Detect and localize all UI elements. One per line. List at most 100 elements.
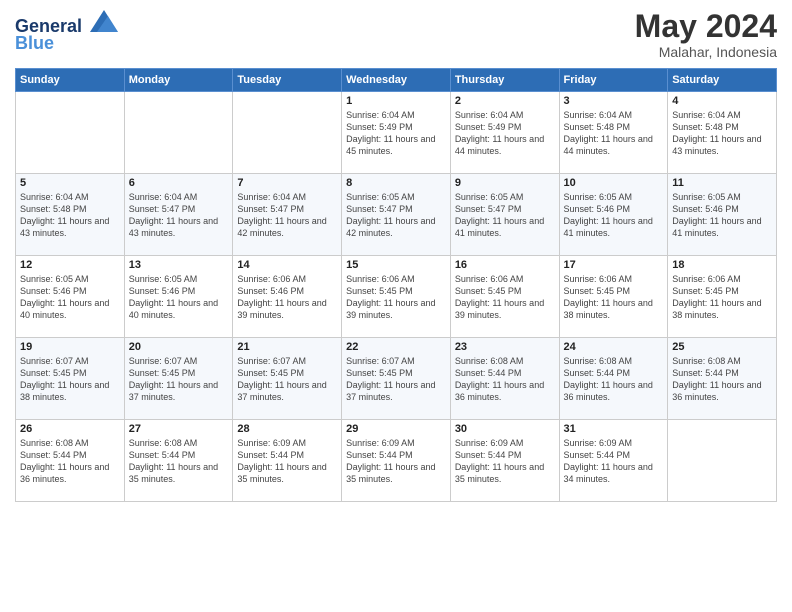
day-number: 28 (237, 423, 337, 435)
day-number: 8 (346, 177, 446, 189)
day-info: Sunrise: 6:06 AMSunset: 5:45 PMDaylight:… (564, 273, 664, 322)
day-cell: 25Sunrise: 6:08 AMSunset: 5:44 PMDayligh… (668, 338, 777, 420)
weekday-monday: Monday (124, 69, 233, 92)
day-cell: 19Sunrise: 6:07 AMSunset: 5:45 PMDayligh… (16, 338, 125, 420)
day-info: Sunrise: 6:08 AMSunset: 5:44 PMDaylight:… (20, 437, 120, 486)
day-number: 18 (672, 259, 772, 271)
page: General Blue May 2024 Malahar, Indonesia… (0, 0, 792, 612)
day-info: Sunrise: 6:04 AMSunset: 5:49 PMDaylight:… (455, 109, 555, 158)
day-info: Sunrise: 6:07 AMSunset: 5:45 PMDaylight:… (237, 355, 337, 404)
title-area: May 2024 Malahar, Indonesia (635, 10, 777, 60)
weekday-sunday: Sunday (16, 69, 125, 92)
day-cell: 29Sunrise: 6:09 AMSunset: 5:44 PMDayligh… (342, 420, 451, 502)
day-info: Sunrise: 6:05 AMSunset: 5:46 PMDaylight:… (20, 273, 120, 322)
day-info: Sunrise: 6:04 AMSunset: 5:48 PMDaylight:… (672, 109, 772, 158)
calendar-table: SundayMondayTuesdayWednesdayThursdayFrid… (15, 68, 777, 502)
day-number: 11 (672, 177, 772, 189)
day-number: 21 (237, 341, 337, 353)
day-number: 3 (564, 95, 664, 107)
day-number: 12 (20, 259, 120, 271)
day-cell: 2 Sunrise: 6:04 AMSunset: 5:49 PMDaylight… (450, 92, 559, 174)
day-info: Sunrise: 6:08 AMSunset: 5:44 PMDaylight:… (672, 355, 772, 404)
weekday-header-row: SundayMondayTuesdayWednesdayThursdayFrid… (16, 69, 777, 92)
day-info: Sunrise: 6:04 AMSunset: 5:47 PMDaylight:… (237, 191, 337, 240)
day-info: Sunrise: 6:05 AMSunset: 5:46 PMDaylight:… (672, 191, 772, 240)
header: General Blue May 2024 Malahar, Indonesia (15, 10, 777, 60)
day-cell: 16 Sunrise: 6:06 AMSunset: 5:45 PMDayligh… (450, 256, 559, 338)
day-info: Sunrise: 6:06 AMSunset: 5:45 PMDaylight:… (346, 273, 446, 322)
day-cell: 5 Sunrise: 6:04 AMSunset: 5:48 PMDaylight… (16, 174, 125, 256)
day-info: Sunrise: 6:09 AMSunset: 5:44 PMDaylight:… (564, 437, 664, 486)
day-cell: 11 Sunrise: 6:05 AMSunset: 5:46 PMDayligh… (668, 174, 777, 256)
day-number: 20 (129, 341, 229, 353)
day-cell: 22 Sunrise: 6:07 AMSunset: 5:45 PMDayligh… (342, 338, 451, 420)
day-cell (124, 92, 233, 174)
day-number: 16 (455, 259, 555, 271)
day-info: Sunrise: 6:09 AMSunset: 5:44 PMDaylight:… (455, 437, 555, 486)
day-cell: 23 Sunrise: 6:08 AMSunset: 5:44 PMDayligh… (450, 338, 559, 420)
day-info: Sunrise: 6:04 AMSunset: 5:48 PMDaylight:… (564, 109, 664, 158)
week-row-3: 12 Sunrise: 6:05 AMSunset: 5:46 PMDayligh… (16, 256, 777, 338)
logo: General Blue (15, 10, 118, 54)
day-cell (233, 92, 342, 174)
day-number: 6 (129, 177, 229, 189)
week-row-5: 26 Sunrise: 6:08 AMSunset: 5:44 PMDayligh… (16, 420, 777, 502)
day-cell: 9Sunrise: 6:05 AMSunset: 5:47 PMDaylight… (450, 174, 559, 256)
day-number: 31 (564, 423, 664, 435)
day-cell: 13 Sunrise: 6:05 AMSunset: 5:46 PMDayligh… (124, 256, 233, 338)
day-info: Sunrise: 6:06 AMSunset: 5:46 PMDaylight:… (237, 273, 337, 322)
day-cell: 28 Sunrise: 6:09 AMSunset: 5:44 PMDayligh… (233, 420, 342, 502)
day-info: Sunrise: 6:06 AMSunset: 5:45 PMDaylight:… (455, 273, 555, 322)
day-number: 23 (455, 341, 555, 353)
day-info: Sunrise: 6:09 AMSunset: 5:44 PMDaylight:… (346, 437, 446, 486)
day-info: Sunrise: 6:04 AMSunset: 5:47 PMDaylight:… (129, 191, 229, 240)
day-cell: 18 Sunrise: 6:06 AMSunset: 5:45 PMDayligh… (668, 256, 777, 338)
week-row-4: 19Sunrise: 6:07 AMSunset: 5:45 PMDayligh… (16, 338, 777, 420)
day-number: 5 (20, 177, 120, 189)
day-number: 22 (346, 341, 446, 353)
day-number: 13 (129, 259, 229, 271)
location: Malahar, Indonesia (635, 44, 777, 60)
day-info: Sunrise: 6:08 AMSunset: 5:44 PMDaylight:… (129, 437, 229, 486)
month-title: May 2024 (635, 10, 777, 42)
day-number: 7 (237, 177, 337, 189)
day-number: 14 (237, 259, 337, 271)
day-cell: 14 Sunrise: 6:06 AMSunset: 5:46 PMDayligh… (233, 256, 342, 338)
weekday-friday: Friday (559, 69, 668, 92)
day-info: Sunrise: 6:06 AMSunset: 5:45 PMDaylight:… (672, 273, 772, 322)
day-cell: 31 Sunrise: 6:09 AMSunset: 5:44 PMDayligh… (559, 420, 668, 502)
logo-icon (90, 10, 118, 32)
day-cell: 24 Sunrise: 6:08 AMSunset: 5:44 PMDayligh… (559, 338, 668, 420)
day-info: Sunrise: 6:07 AMSunset: 5:45 PMDaylight:… (346, 355, 446, 404)
weekday-tuesday: Tuesday (233, 69, 342, 92)
day-cell (16, 92, 125, 174)
day-cell: 17Sunrise: 6:06 AMSunset: 5:45 PMDayligh… (559, 256, 668, 338)
day-cell: 1Sunrise: 6:04 AMSunset: 5:49 PMDaylight… (342, 92, 451, 174)
day-info: Sunrise: 6:05 AMSunset: 5:46 PMDaylight:… (129, 273, 229, 322)
day-cell: 26 Sunrise: 6:08 AMSunset: 5:44 PMDayligh… (16, 420, 125, 502)
weekday-saturday: Saturday (668, 69, 777, 92)
day-info: Sunrise: 6:07 AMSunset: 5:45 PMDaylight:… (129, 355, 229, 404)
day-cell: 30Sunrise: 6:09 AMSunset: 5:44 PMDayligh… (450, 420, 559, 502)
day-cell: 8 Sunrise: 6:05 AMSunset: 5:47 PMDaylight… (342, 174, 451, 256)
day-number: 24 (564, 341, 664, 353)
day-number: 1 (346, 95, 446, 107)
day-info: Sunrise: 6:09 AMSunset: 5:44 PMDaylight:… (237, 437, 337, 486)
day-info: Sunrise: 6:08 AMSunset: 5:44 PMDaylight:… (455, 355, 555, 404)
day-cell: 10Sunrise: 6:05 AMSunset: 5:46 PMDayligh… (559, 174, 668, 256)
day-cell (668, 420, 777, 502)
day-number: 10 (564, 177, 664, 189)
day-info: Sunrise: 6:04 AMSunset: 5:48 PMDaylight:… (20, 191, 120, 240)
day-number: 26 (20, 423, 120, 435)
day-info: Sunrise: 6:07 AMSunset: 5:45 PMDaylight:… (20, 355, 120, 404)
day-info: Sunrise: 6:08 AMSunset: 5:44 PMDaylight:… (564, 355, 664, 404)
day-cell: 4Sunrise: 6:04 AMSunset: 5:48 PMDaylight… (668, 92, 777, 174)
day-cell: 21 Sunrise: 6:07 AMSunset: 5:45 PMDayligh… (233, 338, 342, 420)
day-number: 2 (455, 95, 555, 107)
week-row-1: 1 Sunrise: 6:04 AMSunset: 5:49 PMDaylight… (16, 92, 777, 174)
day-number: 9 (455, 177, 555, 189)
weekday-wednesday: Wednesday (342, 69, 451, 92)
day-cell: 7 Sunrise: 6:04 AMSunset: 5:47 PMDaylight… (233, 174, 342, 256)
day-info: Sunrise: 6:05 AMSunset: 5:47 PMDaylight:… (346, 191, 446, 240)
day-cell: 27Sunrise: 6:08 AMSunset: 5:44 PMDayligh… (124, 420, 233, 502)
